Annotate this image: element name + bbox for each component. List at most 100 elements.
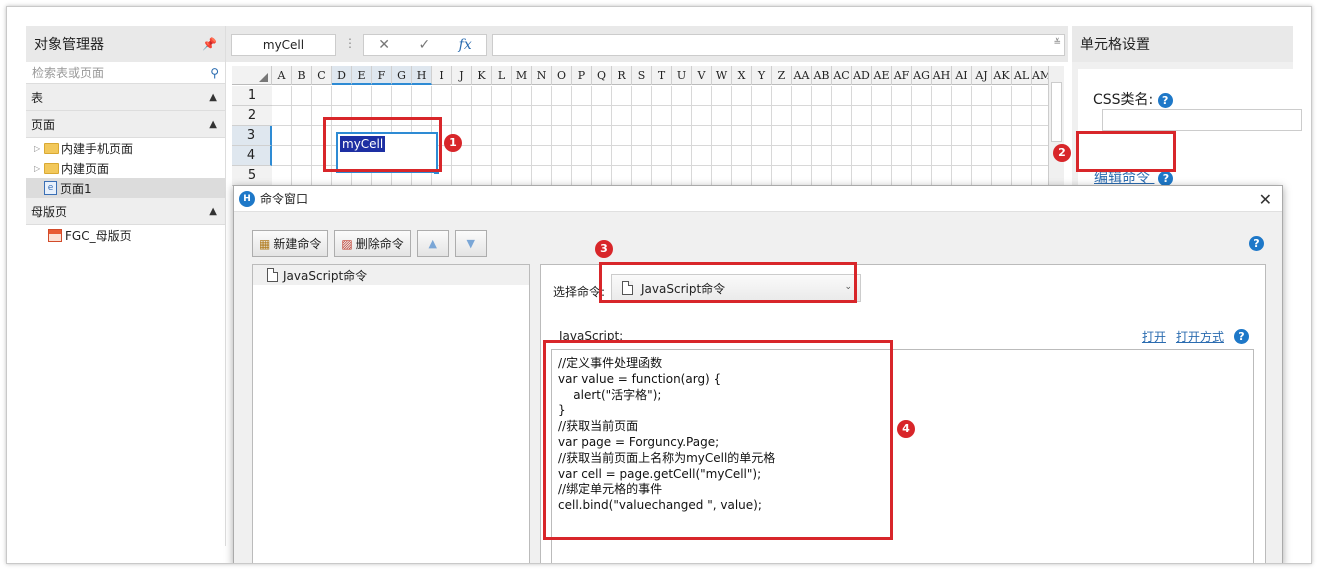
open-link[interactable]: 打开 [1142,328,1166,345]
column-header[interactable]: AH [932,66,952,85]
new-command-button[interactable]: ▦ 新建命令 [252,230,329,257]
annotation-badge: 1 [444,134,462,152]
move-up-button[interactable]: ▲ [416,230,449,257]
column-header[interactable]: Q [592,66,612,85]
search-icon[interactable]: ⚲ [210,66,219,80]
scrollbar-thumb[interactable] [1051,82,1062,142]
column-header[interactable]: A [272,66,292,85]
column-header[interactable]: AG [912,66,932,85]
column-header[interactable]: AE [872,66,892,85]
expand-icon[interactable]: ▷ [34,164,44,173]
column-header[interactable]: L [492,66,512,85]
row-header[interactable]: 2 [232,106,272,126]
tree-item-label: 内建页面 [61,161,110,176]
chevron-down-icon[interactable]: ≚ [1053,38,1061,48]
column-header[interactable]: AD [852,66,872,85]
column-header[interactable]: N [532,66,552,85]
dialog-toolbar: ▦ 新建命令 ▨ 删除命令 ▲ ▼ [252,230,487,257]
section-masters-label: 母版页 [31,204,68,219]
column-header[interactable]: Z [772,66,792,85]
section-pages[interactable]: 页面 ▲ [26,111,225,138]
row-header[interactable]: 5 [232,166,272,186]
move-down-button[interactable]: ▼ [454,230,487,257]
more-icon[interactable]: ⋮ [344,36,356,50]
row-header[interactable]: 3 [232,126,272,146]
column-header[interactable]: C [312,66,332,85]
list-item[interactable]: JavaScript命令 [253,265,529,285]
help-icon[interactable]: ? [1158,170,1174,186]
column-header[interactable]: T [652,66,672,85]
column-header[interactable]: I [432,66,452,85]
tree-item-page1[interactable]: e 页面1 [26,178,225,198]
chevron-up-icon[interactable]: ▲ [209,92,217,103]
editor-links: 打开 打开方式 ? [1142,328,1249,345]
column-header[interactable]: P [572,66,592,85]
column-header[interactable]: AK [992,66,1012,85]
row-header[interactable]: 1 [232,86,272,106]
column-header[interactable]: AF [892,66,912,85]
function-icon[interactable]: fx [459,37,472,53]
help-icon[interactable]: ? [1249,236,1264,251]
column-header[interactable]: B [292,66,312,85]
object-manager-header: 对象管理器 📌 [26,26,225,62]
column-header[interactable]: X [732,66,752,85]
column-header[interactable]: H [412,66,432,85]
app-frame: 对象管理器 📌 检索表或页面 ⚲ 表 ▲ 页面 ▲ ▷ 内建手机页面 ▷ 内建页… [6,6,1312,564]
column-header[interactable]: AL [1012,66,1032,85]
column-header[interactable]: S [632,66,652,85]
formula-toolbar: myCell ⋮ ✕ ✓ fx ≚ [226,26,1068,62]
section-masters[interactable]: 母版页 ▲ [26,198,225,225]
formula-input[interactable]: ≚ [492,34,1065,56]
column-header[interactable]: AA [792,66,812,85]
command-list: JavaScript命令 [252,264,530,563]
column-header[interactable]: AB [812,66,832,85]
column-header[interactable]: O [552,66,572,85]
column-header[interactable]: K [472,66,492,85]
help-icon[interactable]: ? [1157,92,1173,108]
name-box[interactable]: myCell [231,34,336,56]
help-icon[interactable]: ? [1234,329,1249,344]
column-header[interactable]: AC [832,66,852,85]
new-command-icon: ▦ [259,236,271,251]
section-tables[interactable]: 表 ▲ [26,84,225,111]
tree-item-mobile-pages[interactable]: ▷ 内建手机页面 [26,138,225,158]
column-header[interactable]: J [452,66,472,85]
object-search-input[interactable]: 检索表或页面 ⚲ [26,62,225,84]
edit-command-label[interactable]: 编辑命令 [1094,170,1150,186]
css-class-label-text: CSS类名: [1093,92,1154,108]
confirm-icon[interactable]: ✓ [418,37,430,53]
cell-settings-title: 单元格设置 [1080,37,1150,53]
expand-icon[interactable]: ▷ [34,144,44,153]
close-icon[interactable]: ✕ [1259,190,1272,209]
column-header[interactable]: R [612,66,632,85]
tree-item-master[interactable]: FGC_母版页 [26,225,225,245]
annotation-badge: 3 [595,240,613,258]
column-headers: A B C D E F G H I J K L M N O P Q R S T U V W X Y Z AA AB AC AD AE AF AG… [232,66,1052,85]
column-header[interactable]: Y [752,66,772,85]
column-header[interactable]: D [332,66,352,85]
column-header[interactable]: W [712,66,732,85]
chevron-up-icon[interactable]: ▲ [209,119,217,130]
cancel-icon[interactable]: ✕ [378,37,390,53]
css-class-input[interactable] [1102,109,1302,131]
column-header[interactable]: V [692,66,712,85]
column-header[interactable]: AI [952,66,972,85]
chevron-up-icon[interactable]: ▲ [209,206,217,217]
column-header[interactable]: E [352,66,372,85]
row-header[interactable]: 4 [232,146,272,166]
object-manager-panel: 对象管理器 📌 检索表或页面 ⚲ 表 ▲ 页面 ▲ ▷ 内建手机页面 ▷ 内建页… [26,26,226,546]
column-header[interactable]: M [512,66,532,85]
column-header[interactable]: AJ [972,66,992,85]
document-icon [267,268,278,282]
select-all-corner[interactable] [232,66,272,85]
tree-item-builtin-pages[interactable]: ▷ 内建页面 [26,158,225,178]
tree-item-label: 页面1 [60,181,92,196]
pin-icon[interactable]: 📌 [202,37,217,51]
open-with-link[interactable]: 打开方式 [1176,328,1224,345]
arrow-down-icon: ▼ [466,237,475,250]
delete-command-button[interactable]: ▨ 删除命令 [334,230,411,257]
column-header[interactable]: U [672,66,692,85]
column-header[interactable]: F [372,66,392,85]
column-header[interactable]: G [392,66,412,85]
highlight-code [543,340,893,540]
